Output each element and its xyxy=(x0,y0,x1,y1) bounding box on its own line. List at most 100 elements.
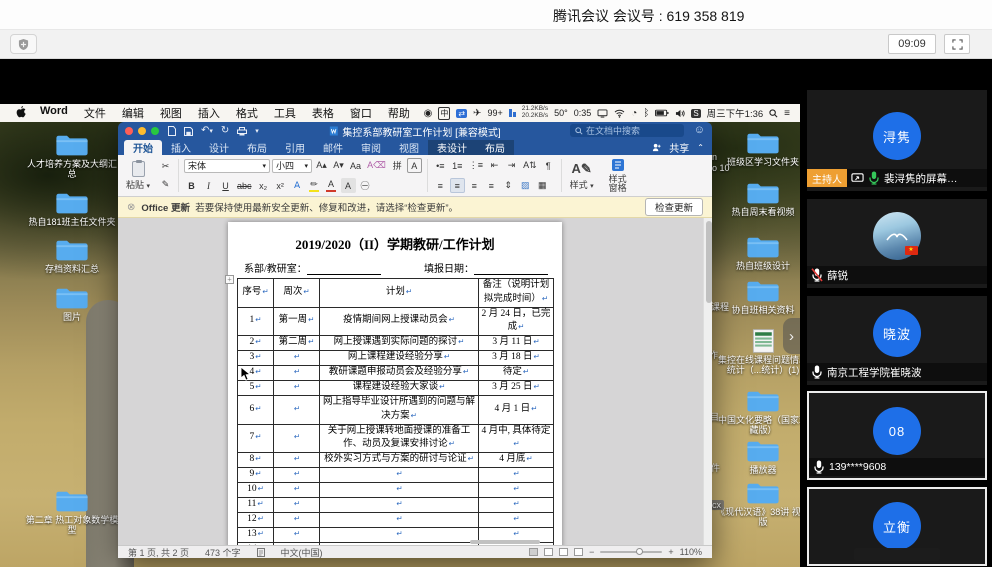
tab-布局[interactable]: 布局 xyxy=(238,140,276,155)
timer-status[interactable]: 0:35 xyxy=(574,108,592,118)
participant-tile[interactable]: 08139****9608 xyxy=(807,391,987,480)
grow-font-button[interactable]: A▴ xyxy=(314,158,329,173)
menu-item[interactable]: 工具 xyxy=(266,105,304,121)
change-case-button[interactable]: Aa xyxy=(348,158,363,173)
web-layout-view-button[interactable] xyxy=(544,548,553,556)
table-cell[interactable]: ↵ xyxy=(479,513,554,528)
apple-menu[interactable] xyxy=(10,106,32,121)
desktop-icon-3-right[interactable]: 热自班级设计 xyxy=(715,234,800,271)
redo-icon[interactable]: ↻ xyxy=(221,126,229,136)
line-spacing-button[interactable]: ⇕ xyxy=(501,178,516,193)
highlight-button[interactable]: ✏ xyxy=(307,178,322,193)
participant-tile[interactable]: ★薛锐 xyxy=(807,199,987,288)
temperature-status[interactable]: 50° xyxy=(554,108,568,118)
tab-设计[interactable]: 设计 xyxy=(200,140,238,155)
table-cell[interactable]: 第二周↵ xyxy=(274,336,320,351)
volume-icon[interactable] xyxy=(675,109,685,118)
zoom-out-button[interactable]: − xyxy=(589,547,594,557)
menu-item[interactable]: 表格 xyxy=(304,105,342,121)
document-canvas[interactable]: 2019/2020（II）学期教研/工作计划 系部/教研室： 填报日期： + 序… xyxy=(118,218,712,545)
table-cell[interactable]: 待定↵ xyxy=(479,366,554,381)
wifi-icon[interactable] xyxy=(614,109,625,118)
table-cell[interactable]: ↵ xyxy=(320,513,479,528)
network-speed[interactable]: 21.2KB/s20.2KB/s xyxy=(522,106,548,120)
table-cell[interactable]: 4 月 1 日↵ xyxy=(479,396,554,425)
table-cell[interactable]: 10↵ xyxy=(238,483,274,498)
table-cell[interactable]: 4 月中, 具体待定↵ xyxy=(479,424,554,453)
table-cell[interactable]: 12↵ xyxy=(238,513,274,528)
bold-button[interactable]: B xyxy=(184,178,199,193)
italic-button[interactable]: I xyxy=(201,178,216,193)
print-layout-view-button[interactable] xyxy=(529,548,538,556)
table-cell[interactable]: 6↵ xyxy=(238,396,274,425)
vertical-scrollbar[interactable] xyxy=(703,218,712,545)
number-list-button[interactable]: 1≡ xyxy=(450,158,465,173)
table-cell[interactable]: 13↵ xyxy=(238,528,274,543)
word-titlebar[interactable]: ↶▾ ↻ ▾ 集控系部教研室工作计划 [兼容模式] 在文档中搜索 ☺ xyxy=(118,122,712,140)
font-name-select[interactable]: 宋体▾ xyxy=(184,159,270,173)
enclose-char-button[interactable]: ㊀ xyxy=(358,178,373,193)
security-shield-button[interactable] xyxy=(10,34,37,54)
table-cell[interactable]: ↵ xyxy=(274,381,320,396)
table-cell[interactable]: 8↵ xyxy=(238,453,274,468)
table-cell[interactable]: ↵ xyxy=(274,396,320,425)
table-cell[interactable]: ↵ xyxy=(274,366,320,381)
phonetic-guide-button[interactable]: 拼 xyxy=(390,158,405,173)
cpu-meter-icon[interactable] xyxy=(509,109,516,117)
draft-view-button[interactable] xyxy=(574,548,583,556)
horizontal-scroll-thumb[interactable] xyxy=(470,540,540,544)
multilevel-list-button[interactable]: ⋮≡ xyxy=(467,158,485,173)
subscript-button[interactable]: x₂ xyxy=(256,178,271,193)
desktop-icon-2-left[interactable]: 热自181班主任文件夹 xyxy=(24,190,120,227)
menu-item[interactable]: 编辑 xyxy=(114,105,152,121)
increase-indent-button[interactable]: ⇥ xyxy=(504,158,519,173)
table-cell[interactable]: 关于网上授课转地面授课的准备工作、动员及复课安排讨论↵ xyxy=(320,424,479,453)
table-cell[interactable]: ↵ xyxy=(479,483,554,498)
outline-view-button[interactable] xyxy=(559,548,568,556)
desktop-icon-4-left[interactable]: 图片 xyxy=(24,285,120,322)
table-cell[interactable]: 第一周↵ xyxy=(274,307,320,336)
desktop-icon-2-right[interactable]: 热自周末看视频 xyxy=(715,180,800,217)
table-cell[interactable]: ↵ xyxy=(274,483,320,498)
input-method-icon[interactable]: 中 xyxy=(438,107,450,120)
word-count[interactable]: 473 个字 xyxy=(205,546,241,559)
styles-button[interactable]: A✎ 样式 ▾ xyxy=(567,158,597,193)
app-status-icon[interactable]: ◉ xyxy=(424,108,433,119)
char-shading-button[interactable]: A xyxy=(341,178,356,193)
align-center-button[interactable]: ≡ xyxy=(450,178,465,193)
table-cell[interactable]: 网上指导毕业设计所遇到的问题与解决方案↵ xyxy=(320,396,479,425)
desktop-icon-3-left[interactable]: 存档资料汇总 xyxy=(24,237,120,274)
proofing-icon[interactable] xyxy=(257,548,265,557)
check-update-button[interactable]: 检查更新 xyxy=(645,198,703,216)
zoom-level[interactable]: 110% xyxy=(680,547,702,557)
table-cell[interactable]: 3 月 18 日↵ xyxy=(479,351,554,366)
table-cell[interactable]: 7↵ xyxy=(238,424,274,453)
show-marks-button[interactable]: ¶ xyxy=(541,158,556,173)
table-cell[interactable]: 2↵ xyxy=(238,336,274,351)
menu-word[interactable]: Word xyxy=(32,105,76,121)
table-cell[interactable]: 校外实习方式与方案的研讨与论证↵ xyxy=(320,453,479,468)
minimize-window-button[interactable] xyxy=(138,127,146,135)
table-move-handle[interactable]: + xyxy=(225,275,234,284)
table-cell[interactable]: 疫情期间网上授课动员会↵ xyxy=(320,307,479,336)
format-painter-button[interactable]: ✎ xyxy=(158,177,173,192)
table-cell[interactable]: 3 月 11 日↵ xyxy=(479,336,554,351)
bullet-list-button[interactable]: •≡ xyxy=(433,158,448,173)
shrink-font-button[interactable]: A▾ xyxy=(331,158,346,173)
menu-item[interactable]: 插入 xyxy=(190,105,228,121)
menu-item[interactable]: 窗口 xyxy=(342,105,380,121)
zoom-slider[interactable] xyxy=(600,551,662,553)
table-header-cell[interactable]: 周次↵ xyxy=(274,279,320,308)
zoom-slider-knob[interactable] xyxy=(636,548,643,555)
table-cell[interactable]: 1↵ xyxy=(238,307,274,336)
table-cell[interactable]: ↵ xyxy=(274,528,320,543)
update-close-icon[interactable]: ⊗ xyxy=(127,202,135,213)
align-right-button[interactable]: ≡ xyxy=(467,178,482,193)
tab-视图[interactable]: 视图 xyxy=(390,140,428,155)
table-cell[interactable]: ↵ xyxy=(274,453,320,468)
table-cell[interactable]: ↵ xyxy=(320,468,479,483)
menu-item[interactable]: 格式 xyxy=(228,105,266,121)
font-color-button[interactable]: A xyxy=(324,178,339,193)
table-cell[interactable]: 3 月 25 日↵ xyxy=(479,381,554,396)
table-header-cell[interactable]: 序号↵ xyxy=(238,279,274,308)
